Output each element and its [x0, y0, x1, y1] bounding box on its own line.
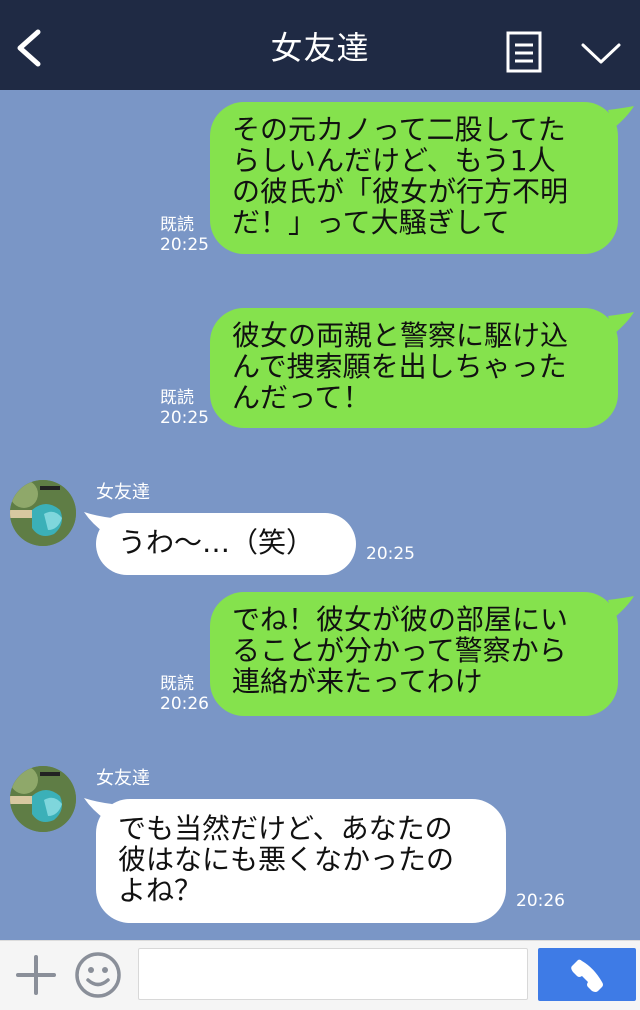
read-receipt: 既読	[160, 388, 194, 408]
message-input[interactable]	[138, 948, 528, 1000]
outgoing-message[interactable]: でね！彼女が彼の部屋にい ることが分かって警察から 連絡が来たってわけ	[210, 592, 618, 716]
outgoing-message[interactable]: その元カノって二股してた らしいんだけど、もう1人 の彼氏が「彼女が行方不明 だ…	[210, 102, 618, 254]
chat-area[interactable]: その元カノって二股してた らしいんだけど、もう1人 の彼氏が「彼女が行方不明 だ…	[0, 90, 640, 940]
bubble-tail	[608, 596, 634, 618]
phone-icon	[571, 959, 603, 992]
emoji-icon[interactable]	[74, 951, 122, 999]
sender-name: 女友達	[96, 482, 150, 503]
chat-header: 女友達	[0, 0, 640, 90]
note-icon[interactable]	[506, 31, 542, 73]
message-time: 20:26	[516, 891, 565, 911]
sender-name: 女友達	[96, 768, 150, 789]
message-time: 20:25	[160, 408, 209, 428]
friend-avatar[interactable]	[10, 766, 76, 832]
read-receipt: 既読	[160, 674, 194, 694]
message-time: 20:25	[160, 235, 209, 255]
message-time: 20:25	[366, 544, 415, 564]
chat-title: 女友達	[270, 29, 370, 67]
input-bar	[0, 940, 640, 1010]
incoming-message[interactable]: うわ〜…（笑）	[96, 513, 356, 575]
bubble-tail	[608, 312, 634, 334]
message-time: 20:26	[160, 694, 209, 714]
call-button[interactable]	[538, 948, 636, 1001]
read-receipt: 既読	[160, 215, 194, 235]
plus-icon[interactable]	[14, 953, 58, 997]
avatar-image-icon	[10, 766, 76, 832]
incoming-message[interactable]: でも当然だけど、あなたの 彼はなにも悪くなかったの よね？	[96, 799, 506, 923]
friend-avatar[interactable]	[10, 480, 76, 546]
chevron-down-icon[interactable]	[580, 42, 622, 66]
bubble-tail	[608, 106, 634, 128]
avatar-image-icon	[10, 480, 76, 546]
outgoing-message[interactable]: 彼女の両親と警察に駆け込 んで捜索願を出しちゃった んだって！	[210, 308, 618, 428]
